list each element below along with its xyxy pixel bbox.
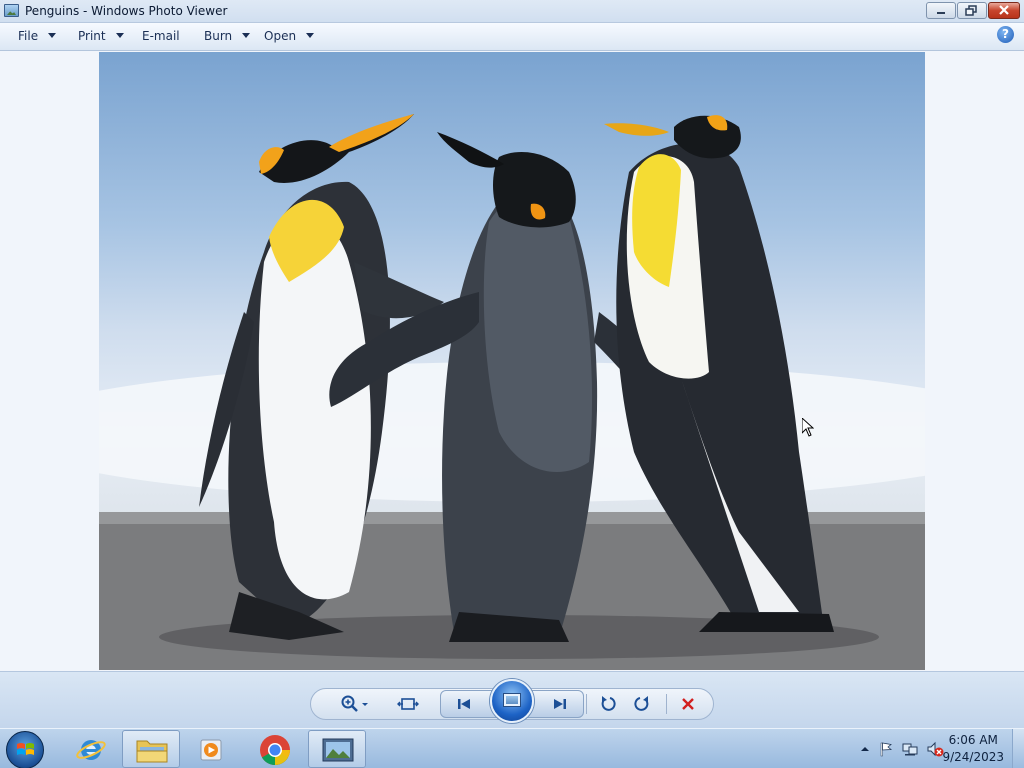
zoom-button[interactable]	[336, 692, 372, 716]
windows-logo-icon	[17, 743, 34, 755]
start-button[interactable]	[6, 731, 44, 768]
rotate-cw-icon	[634, 696, 649, 711]
delete-button[interactable]	[674, 692, 702, 716]
menu-open[interactable]: Open	[264, 29, 315, 43]
menu-bar: File Print E-mail Burn Open ?	[0, 23, 1024, 51]
chevron-down-icon	[242, 33, 251, 38]
separator	[666, 694, 667, 714]
rotate-ccw-icon	[601, 696, 616, 711]
menu-print[interactable]: Print	[78, 29, 124, 43]
folder-icon	[136, 740, 168, 763]
close-button[interactable]	[988, 2, 1020, 19]
taskbar-internet-explorer[interactable]	[62, 730, 120, 768]
next-icon	[554, 699, 566, 709]
title-bar: Penguins - Windows Photo Viewer	[0, 0, 1024, 23]
separator	[586, 694, 587, 714]
menu-email-label: E-mail	[142, 29, 180, 43]
taskbar: 6:06 AM 9/24/2023	[0, 728, 1024, 768]
taskbar-media-player[interactable]	[182, 730, 240, 768]
menu-file-label: File	[18, 29, 39, 43]
menu-email[interactable]: E-mail	[142, 29, 180, 43]
action-center-icon[interactable]	[878, 741, 894, 757]
menu-print-label: Print	[78, 29, 106, 43]
restore-button[interactable]	[957, 2, 987, 19]
clock-date: 9/24/2023	[942, 750, 1004, 764]
next-button[interactable]	[546, 692, 574, 716]
window-controls	[926, 2, 1020, 19]
system-tray	[860, 741, 944, 757]
close-icon	[999, 5, 1009, 15]
clock-time: 6:06 AM	[948, 733, 998, 747]
menu-burn-label: Burn	[204, 29, 233, 43]
show-desktop-button[interactable]	[1012, 729, 1024, 768]
menu-file[interactable]: File	[18, 29, 57, 43]
chevron-down-icon	[115, 33, 124, 38]
penguins-photo	[99, 52, 925, 670]
previous-button[interactable]	[450, 692, 478, 716]
help-icon[interactable]: ?	[997, 26, 1014, 43]
restore-icon	[965, 5, 977, 16]
volume-muted-icon[interactable]	[926, 741, 944, 757]
menu-burn[interactable]: Burn	[204, 29, 251, 43]
show-hidden-icons-icon[interactable]	[860, 744, 870, 754]
penguins-illustration	[99, 114, 925, 670]
zoom-icon	[341, 695, 368, 712]
network-icon[interactable]	[902, 741, 918, 757]
minimize-icon	[937, 12, 945, 14]
image-viewport	[0, 51, 1024, 671]
chevron-down-icon	[306, 33, 315, 38]
chevron-down-icon	[48, 33, 57, 38]
slideshow-icon	[503, 693, 521, 707]
menu-open-label: Open	[264, 29, 297, 43]
taskbar-windows-explorer[interactable]	[122, 730, 180, 768]
chrome-icon	[260, 735, 290, 766]
slideshow-button[interactable]	[490, 679, 534, 723]
previous-icon	[458, 699, 470, 709]
minimize-button[interactable]	[926, 2, 956, 19]
photo-viewer-app-icon[interactable]	[4, 4, 19, 17]
photo-viewer-icon	[322, 738, 354, 762]
window-title: Penguins - Windows Photo Viewer	[25, 4, 228, 18]
delete-icon	[682, 698, 694, 710]
ie-icon	[76, 740, 106, 760]
taskbar-photo-viewer[interactable]	[308, 730, 366, 768]
media-player-icon	[200, 739, 222, 761]
rotate-right-button[interactable]	[628, 692, 656, 716]
mouse-cursor-icon	[802, 418, 814, 437]
taskbar-chrome[interactable]	[244, 730, 302, 768]
taskbar-clock[interactable]: 6:06 AM 9/24/2023	[942, 732, 1004, 766]
fit-icon	[397, 698, 419, 710]
actual-size-button[interactable]	[394, 692, 422, 716]
rotate-left-button[interactable]	[594, 692, 622, 716]
